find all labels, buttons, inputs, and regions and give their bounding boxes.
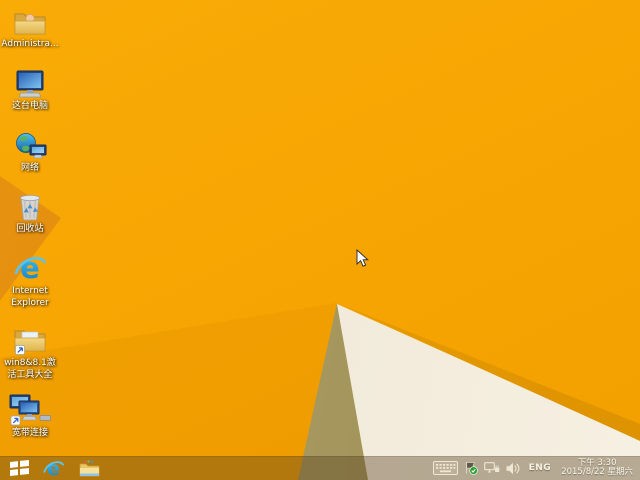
tray-date: 2015/8/22 星期六 [561,467,633,477]
internet-explorer-icon: e [14,252,46,284]
taskbar: e ENG 下午 3:30 2015/8/22 星期六 [0,456,640,480]
network-status-icon [483,461,499,472]
desktop-icon-internet-explorer[interactable]: e Internet Explorer [1,252,59,309]
icon-label: win8&8.1激 [4,358,56,368]
file-explorer-icon [79,459,99,476]
start-button[interactable] [0,456,38,480]
icon-label: 网络 [20,163,39,173]
touch-keyboard-button[interactable] [432,456,458,480]
language-indicator[interactable]: ENG [529,463,552,473]
icon-label: Administra... [1,39,59,49]
action-center-icon [465,462,478,475]
network-status-button[interactable] [483,456,500,480]
icon-label: 宽带连接 [11,428,48,438]
desktop-icon-recycle-bin[interactable]: 回收站 [1,190,59,236]
internet-explorer-icon: e [42,458,64,479]
desktop-icon-win8-tools[interactable]: win8&8.1激 活工具大全 [1,324,59,381]
this-pc-icon [13,67,47,99]
network-icon [13,129,47,161]
action-center-button[interactable] [464,456,478,480]
tray-clock[interactable]: 下午 3:30 2015/8/22 星期六 [558,458,636,478]
desktop-icon-broadband[interactable]: 宽带连接 [1,390,59,440]
volume-icon [506,462,520,474]
desktop-icon-administrator[interactable]: Administra... [1,5,59,51]
taskbar-internet-explorer-button[interactable]: e [38,456,68,480]
touch-keyboard-icon [432,461,458,475]
icon-label: 这台电脑 [11,101,48,111]
icon-label: Explorer [11,297,49,308]
broadband-connection-icon [9,390,51,426]
system-tray: ENG 下午 3:30 2015/8/22 星期六 [430,456,640,480]
icon-label: 回收站 [16,224,44,234]
taskbar-file-explorer-button[interactable] [74,456,104,480]
volume-button[interactable] [506,456,520,480]
icon-label: 活工具大全 [7,369,53,380]
administrator-folder-icon [13,5,47,37]
shortcut-folder-icon [13,324,47,356]
mouse-cursor [356,248,370,272]
icon-label: Internet [12,286,48,296]
desktop: Administra... 这台电脑 网络 回收站 e Internet Exp… [0,0,640,480]
windows-logo-icon [9,460,29,476]
desktop-icon-network[interactable]: 网络 [1,129,59,175]
recycle-bin-icon [16,190,44,222]
desktop-icon-this-pc[interactable]: 这台电脑 [1,67,59,113]
svg-text:e: e [20,252,40,284]
